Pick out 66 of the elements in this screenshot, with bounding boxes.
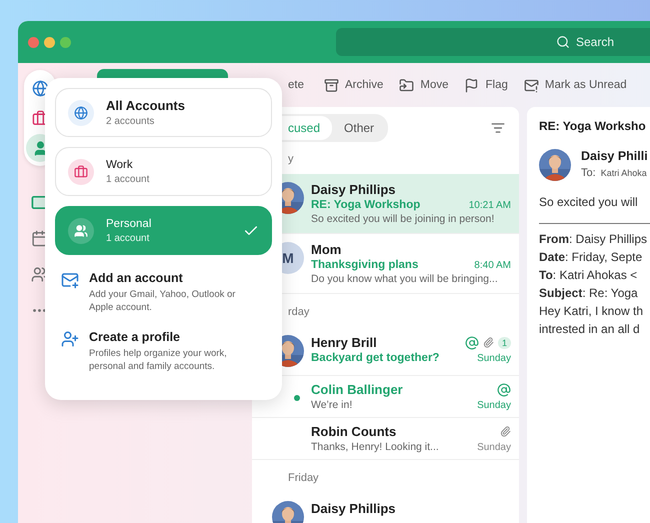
user-plus-icon xyxy=(61,330,79,348)
account-name: Personal xyxy=(106,218,152,230)
email-body: So excited you will xyxy=(539,195,639,209)
sender-name: Daisy Philli xyxy=(581,149,648,163)
subject: Thanksgiving plans xyxy=(311,259,418,271)
action-title: Create a profile xyxy=(89,330,182,344)
account-count: 1 account xyxy=(106,174,150,184)
filter-icon[interactable] xyxy=(491,121,505,135)
time: 8:40 AM xyxy=(474,260,511,270)
action-description: Add your Gmail, Yahoo, Outlook or Apple account. xyxy=(89,288,236,314)
folder-icon xyxy=(399,78,414,92)
sender-name: Mom xyxy=(311,242,342,257)
sender-name: Henry Brill xyxy=(311,335,377,350)
account-name: Work xyxy=(106,158,134,170)
people-icon xyxy=(74,224,88,238)
subject: Backyard get together? xyxy=(311,352,440,364)
globe-icon xyxy=(32,80,48,96)
quoted-line: Hey Katri, I know th xyxy=(539,303,644,320)
minimize-button[interactable] xyxy=(44,36,54,48)
action-description: Profiles help organize your work, personal and family accounts. xyxy=(89,347,228,373)
sender-name: Daisy Phillips xyxy=(311,501,396,516)
email-subject: RE: Yoga Worksho xyxy=(539,119,647,133)
time: Sunday xyxy=(477,442,511,452)
to-label: To: xyxy=(581,167,596,179)
account-option[interactable]: All Accounts 2 accounts xyxy=(55,88,272,137)
preview: Thanks, Henry! Looking it... xyxy=(311,441,439,453)
toolbar-button[interactable]: Archive xyxy=(345,79,384,91)
count-badge: 1 xyxy=(498,336,511,348)
date-header: y xyxy=(287,152,294,167)
tab[interactable]: Other xyxy=(332,116,386,140)
time: Sunday xyxy=(477,352,511,364)
time: Sunday xyxy=(477,400,511,410)
quoted-line: From: Daisy Phillips xyxy=(539,231,648,248)
search-placeholder: Search xyxy=(576,35,614,49)
sender-name: Colin Ballinger xyxy=(311,382,403,397)
quoted-line: Date: Friday, Septe xyxy=(539,249,644,266)
toolbar-button[interactable]: Move xyxy=(420,79,448,91)
preview: So excited you will be joining in person! xyxy=(311,213,496,225)
date-header: rday xyxy=(287,305,310,320)
mail-plus-icon xyxy=(61,271,79,289)
quoted-line: To: Katri Ahokas < xyxy=(539,267,638,284)
account-count: 1 account xyxy=(106,232,150,244)
sender-name: Robin Counts xyxy=(311,424,396,439)
flag-icon xyxy=(464,78,480,92)
quoted-line: intrested in an all d xyxy=(539,321,641,338)
account-count: 2 accounts xyxy=(106,116,156,127)
sender-name: Daisy Phillips xyxy=(311,182,396,197)
search-icon xyxy=(556,35,570,49)
search-field[interactable]: Search xyxy=(336,28,650,56)
briefcase-icon xyxy=(74,164,88,178)
envelope-icon xyxy=(524,78,539,92)
date-header: Friday xyxy=(287,471,320,486)
recipient: Katri Ahoka xyxy=(600,168,647,178)
toolbar-button[interactable]: ete xyxy=(288,79,304,91)
quoted-line: Subject: Re: Yoga xyxy=(539,285,639,302)
subject: RE: Yoga Workshop xyxy=(311,199,420,211)
toolbar-button[interactable]: Flag xyxy=(485,79,508,91)
account-option[interactable]: Work 1 account xyxy=(55,147,272,196)
time: 10:21 AM xyxy=(468,200,511,210)
archive-icon xyxy=(324,78,339,92)
account-name: All Accounts xyxy=(106,98,186,113)
preview: We’re in! xyxy=(311,399,352,411)
preview: Do you know what you will be bringing... xyxy=(311,273,499,285)
action-title: Add an account xyxy=(89,271,184,285)
globe-icon xyxy=(74,106,88,120)
toolbar-button[interactable]: Mark as Unread xyxy=(544,79,627,91)
